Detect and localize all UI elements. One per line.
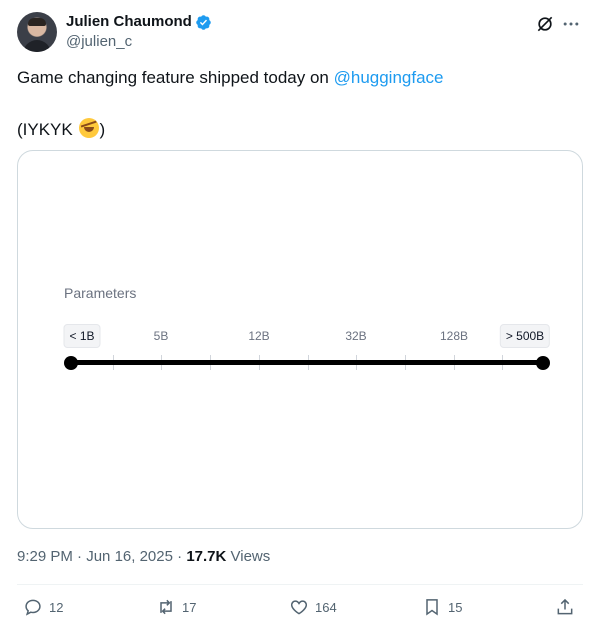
tweet-text: Game changing feature shipped today on @… xyxy=(17,67,577,139)
views-label: Views xyxy=(226,548,271,565)
repost-count: 17 xyxy=(182,599,197,615)
meta-separator: · xyxy=(172,548,187,565)
tweet-line-2-end: ) xyxy=(99,120,106,139)
repost-icon xyxy=(160,599,172,615)
heart-icon xyxy=(290,600,308,615)
mention-link[interactable]: @huggingface xyxy=(334,68,444,87)
repost-button[interactable]: 17 xyxy=(156,597,196,617)
verified-badge-icon xyxy=(196,14,211,30)
action-bar: 12 17 164 15 xyxy=(17,597,583,619)
tweet-line-2-text: (IYKYK xyxy=(17,120,78,139)
more-options-icon[interactable] xyxy=(561,14,581,34)
tick-label-5b: 5B xyxy=(153,329,169,343)
tweet-text-prefix: Game changing feature shipped today on xyxy=(17,68,334,87)
tweet-header: Julien Chaumond @julien_c xyxy=(17,12,583,52)
author-display-name[interactable]: Julien Chaumond xyxy=(66,13,192,31)
tweet-meta: 9:29 PM · Jun 16, 2025 · 17.7K Views xyxy=(17,548,270,565)
views-count: 17.7K xyxy=(186,548,227,565)
tweet-time[interactable]: 9:29 PM xyxy=(17,548,73,565)
share-button[interactable] xyxy=(555,597,575,617)
author-names: Julien Chaumond @julien_c xyxy=(66,13,212,52)
author-display-name-row[interactable]: Julien Chaumond xyxy=(66,13,212,31)
meta-separator: · xyxy=(72,548,87,565)
slider-track[interactable] xyxy=(70,360,544,365)
tweet-date[interactable]: Jun 16, 2025 xyxy=(86,548,173,565)
media-card[interactable]: Parameters < 1B 5B 12B 32B 128B > 500B xyxy=(17,150,583,529)
parameters-label: Parameters xyxy=(64,285,137,301)
laughing-emoji-icon xyxy=(79,118,100,138)
bookmark-button[interactable]: 15 xyxy=(422,597,462,617)
tick-label-12b: 12B xyxy=(248,329,270,343)
tick-label-128b: 128B xyxy=(439,329,469,343)
bookmark-icon xyxy=(426,599,438,616)
share-icon xyxy=(557,598,573,615)
avatar-shirt xyxy=(23,40,51,52)
tick-label-min: < 1B xyxy=(63,324,101,348)
tick-label-max: > 500B xyxy=(499,324,551,348)
like-count: 164 xyxy=(315,599,337,615)
bookmark-count: 15 xyxy=(448,599,463,615)
reply-icon xyxy=(25,599,41,616)
tweet-line-2: (IYKYK ) xyxy=(17,118,105,141)
reply-button[interactable]: 12 xyxy=(23,597,63,617)
like-button[interactable]: 164 xyxy=(289,597,337,617)
divider xyxy=(17,584,583,585)
avatar[interactable] xyxy=(17,12,57,52)
grok-icon[interactable] xyxy=(535,14,555,34)
tick-label-32b: 32B xyxy=(345,329,367,343)
slider-handle-min[interactable] xyxy=(64,356,78,370)
tweet-line-1: Game changing feature shipped today on @… xyxy=(17,67,577,89)
slider-handle-max[interactable] xyxy=(536,356,550,370)
author-handle[interactable]: @julien_c xyxy=(66,32,212,52)
reply-count: 12 xyxy=(49,599,64,615)
avatar-hair xyxy=(28,18,46,26)
